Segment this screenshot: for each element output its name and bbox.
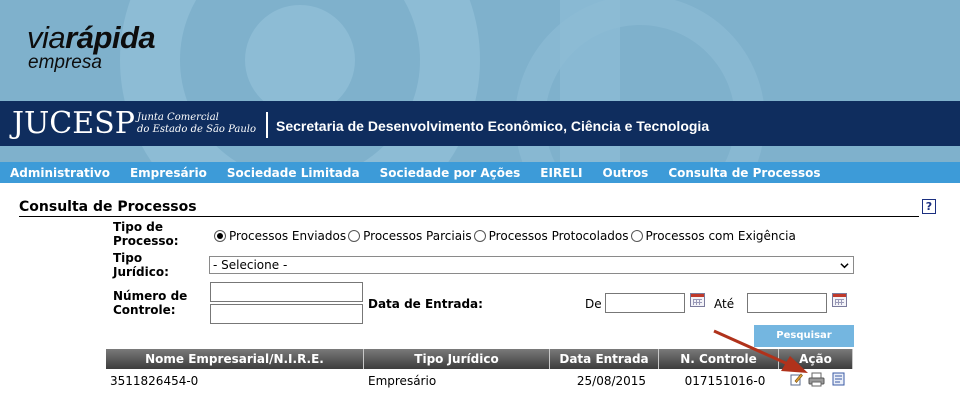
tipo-juridico-selected-value: - Selecione - xyxy=(213,258,288,272)
numero-controle-input-1[interactable] xyxy=(210,282,363,302)
tipo-processo-label: Tipo de Processo: xyxy=(113,220,179,248)
jucesp-logo: JUCESP xyxy=(12,106,135,141)
radio-label: Processos Protocolados xyxy=(488,229,629,243)
menu-item-eireli[interactable]: EIRELI xyxy=(540,166,582,180)
cell-tipo: Empresário xyxy=(368,374,437,388)
menu-item-administrativo[interactable]: Administrativo xyxy=(10,166,110,180)
viarapida-logo: viarápida empresa xyxy=(27,20,156,73)
main-menu: Administrativo Empresário Sociedade Limi… xyxy=(0,162,960,183)
radio-processos-com-exigencia[interactable]: Processos com Exigência xyxy=(630,229,796,243)
numero-controle-label-line2: Controle: xyxy=(113,303,176,317)
data-entrada-de-input[interactable] xyxy=(605,293,685,313)
gov-divider xyxy=(266,112,268,138)
logo-rapida: rápida xyxy=(65,20,156,55)
radio-processos-enviados[interactable]: Processos Enviados xyxy=(214,229,346,243)
menu-item-consulta-de-processos[interactable]: Consulta de Processos xyxy=(668,166,820,180)
tipo-juridico-label: Tipo Jurídico: xyxy=(113,251,169,279)
calendar-icon-ate[interactable] xyxy=(832,293,847,307)
results-table-header: Nome Empresarial/N.I.R.E. Tipo Jurídico … xyxy=(106,349,853,369)
tipo-juridico-label-line1: Tipo xyxy=(113,251,143,265)
numero-controle-label-line1: Número de xyxy=(113,289,188,303)
col-header-nome: Nome Empresarial/N.I.R.E. xyxy=(106,349,364,369)
cell-controle: 017151016-0 xyxy=(684,374,766,388)
radio-button[interactable] xyxy=(630,230,643,242)
logo-via: via xyxy=(27,20,66,55)
table-row: 3511826454-0 Empresário 25/08/2015 01715… xyxy=(106,372,781,390)
radio-processos-parciais[interactable]: Processos Parciais xyxy=(348,229,472,243)
numero-controle-input-2[interactable] xyxy=(210,304,363,324)
junta-line-2: do Estado de São Paulo xyxy=(137,124,257,135)
menu-item-outros[interactable]: Outros xyxy=(603,166,649,180)
cell-nome: 3511826454-0 xyxy=(110,374,199,388)
menu-item-sociedade-limitada[interactable]: Sociedade Limitada xyxy=(227,166,360,180)
radio-button[interactable] xyxy=(348,230,361,242)
menu-item-sociedade-por-acoes[interactable]: Sociedade por Ações xyxy=(380,166,521,180)
col-header-acao: Ação xyxy=(779,349,853,369)
data-entrada-ate-input[interactable] xyxy=(747,293,827,313)
tipo-juridico-label-line2: Jurídico: xyxy=(113,265,169,279)
secretaria-title: Secretaria de Desenvolvimento Econômico,… xyxy=(276,118,710,134)
junta-comercial-text: Junta Comercial do Estado de São Paulo xyxy=(137,112,256,136)
title-underline xyxy=(19,216,919,217)
print-icon[interactable] xyxy=(808,372,825,387)
tipo-juridico-select[interactable]: - Selecione - xyxy=(209,256,854,274)
junta-line-1: Junta Comercial xyxy=(137,112,219,123)
tipo-processo-label-line2: Processo: xyxy=(113,234,179,248)
help-icon[interactable]: ? xyxy=(922,199,936,214)
radio-label: Processos com Exigência xyxy=(645,229,796,243)
col-header-controle: N. Controle xyxy=(659,349,779,369)
view-document-icon[interactable] xyxy=(832,372,845,386)
logo-empresa: empresa xyxy=(28,52,102,73)
cell-data: 25/08/2015 xyxy=(576,374,647,388)
data-entrada-label: Data de Entrada: xyxy=(368,297,483,311)
chevron-down-icon xyxy=(840,263,849,269)
pesquisar-button[interactable]: Pesquisar xyxy=(754,325,854,347)
col-header-data: Data Entrada xyxy=(550,349,659,369)
menu-item-empresario[interactable]: Empresário xyxy=(130,166,207,180)
calendar-icon-de[interactable] xyxy=(690,293,705,307)
radio-button[interactable] xyxy=(473,230,486,242)
edit-document-icon[interactable] xyxy=(790,372,803,386)
tipo-processo-radio-group: Processos Enviados Processos Parciais Pr… xyxy=(214,228,798,244)
de-label: De xyxy=(585,297,602,311)
numero-controle-label: Número de Controle: xyxy=(113,289,187,317)
col-header-tipo: Tipo Jurídico xyxy=(364,349,550,369)
radio-label: Processos Enviados xyxy=(229,229,347,243)
radio-processos-protocolados[interactable]: Processos Protocolados xyxy=(473,229,629,243)
ate-label: Até xyxy=(714,297,735,311)
radio-button-checked[interactable] xyxy=(214,230,226,242)
page-title: Consulta de Processos xyxy=(19,199,197,215)
tipo-processo-label-line1: Tipo de xyxy=(113,220,164,234)
radio-label: Processos Parciais xyxy=(363,229,472,243)
